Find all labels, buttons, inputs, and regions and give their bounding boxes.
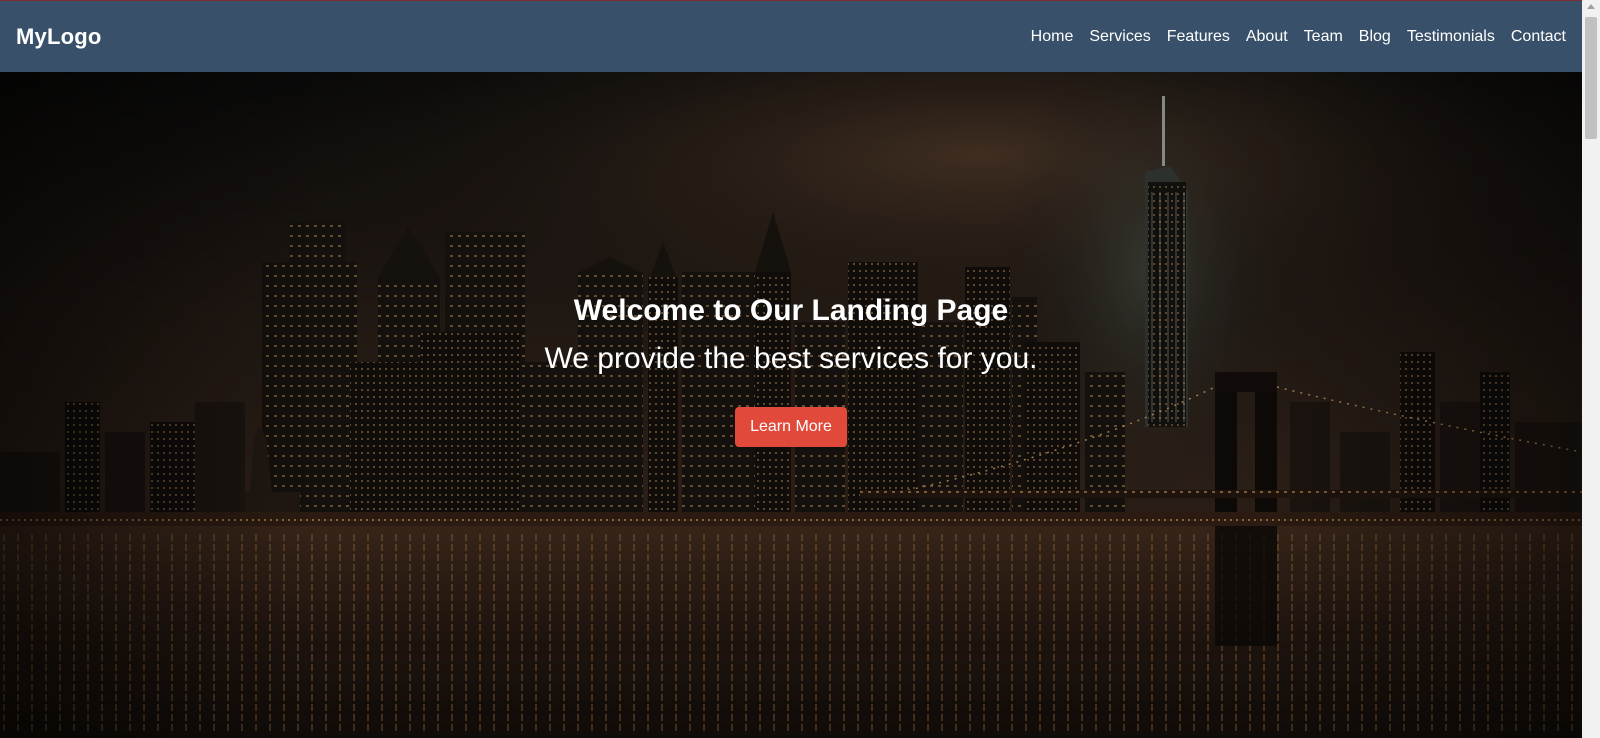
nav-link-contact[interactable]: Contact xyxy=(1511,28,1566,46)
nav-link-services[interactable]: Services xyxy=(1089,28,1150,46)
nav-link-blog[interactable]: Blog xyxy=(1359,28,1391,46)
nav-link-team[interactable]: Team xyxy=(1304,28,1343,46)
learn-more-button[interactable]: Learn More xyxy=(735,407,847,447)
hero-title: Welcome to Our Landing Page xyxy=(573,294,1009,327)
hero-subtitle: We provide the best services for you. xyxy=(544,342,1038,375)
scroll-up-arrow-icon[interactable] xyxy=(1587,4,1595,9)
nav-link-about[interactable]: About xyxy=(1246,28,1288,46)
site-header: MyLogo Home Services Features About Team… xyxy=(0,1,1582,72)
scrollbar-thumb[interactable] xyxy=(1585,17,1597,139)
nav-link-features[interactable]: Features xyxy=(1167,28,1230,46)
nav-link-testimonials[interactable]: Testimonials xyxy=(1407,28,1495,46)
vertical-scrollbar[interactable] xyxy=(1582,0,1600,738)
main-nav: Home Services Features About Team Blog T… xyxy=(1015,28,1566,46)
site-logo[interactable]: MyLogo xyxy=(16,24,102,50)
nav-link-home[interactable]: Home xyxy=(1031,28,1074,46)
hero-section: Welcome to Our Landing Page We provide t… xyxy=(0,72,1582,738)
hero-content: Welcome to Our Landing Page We provide t… xyxy=(0,72,1582,738)
landing-page: MyLogo Home Services Features About Team… xyxy=(0,0,1600,738)
